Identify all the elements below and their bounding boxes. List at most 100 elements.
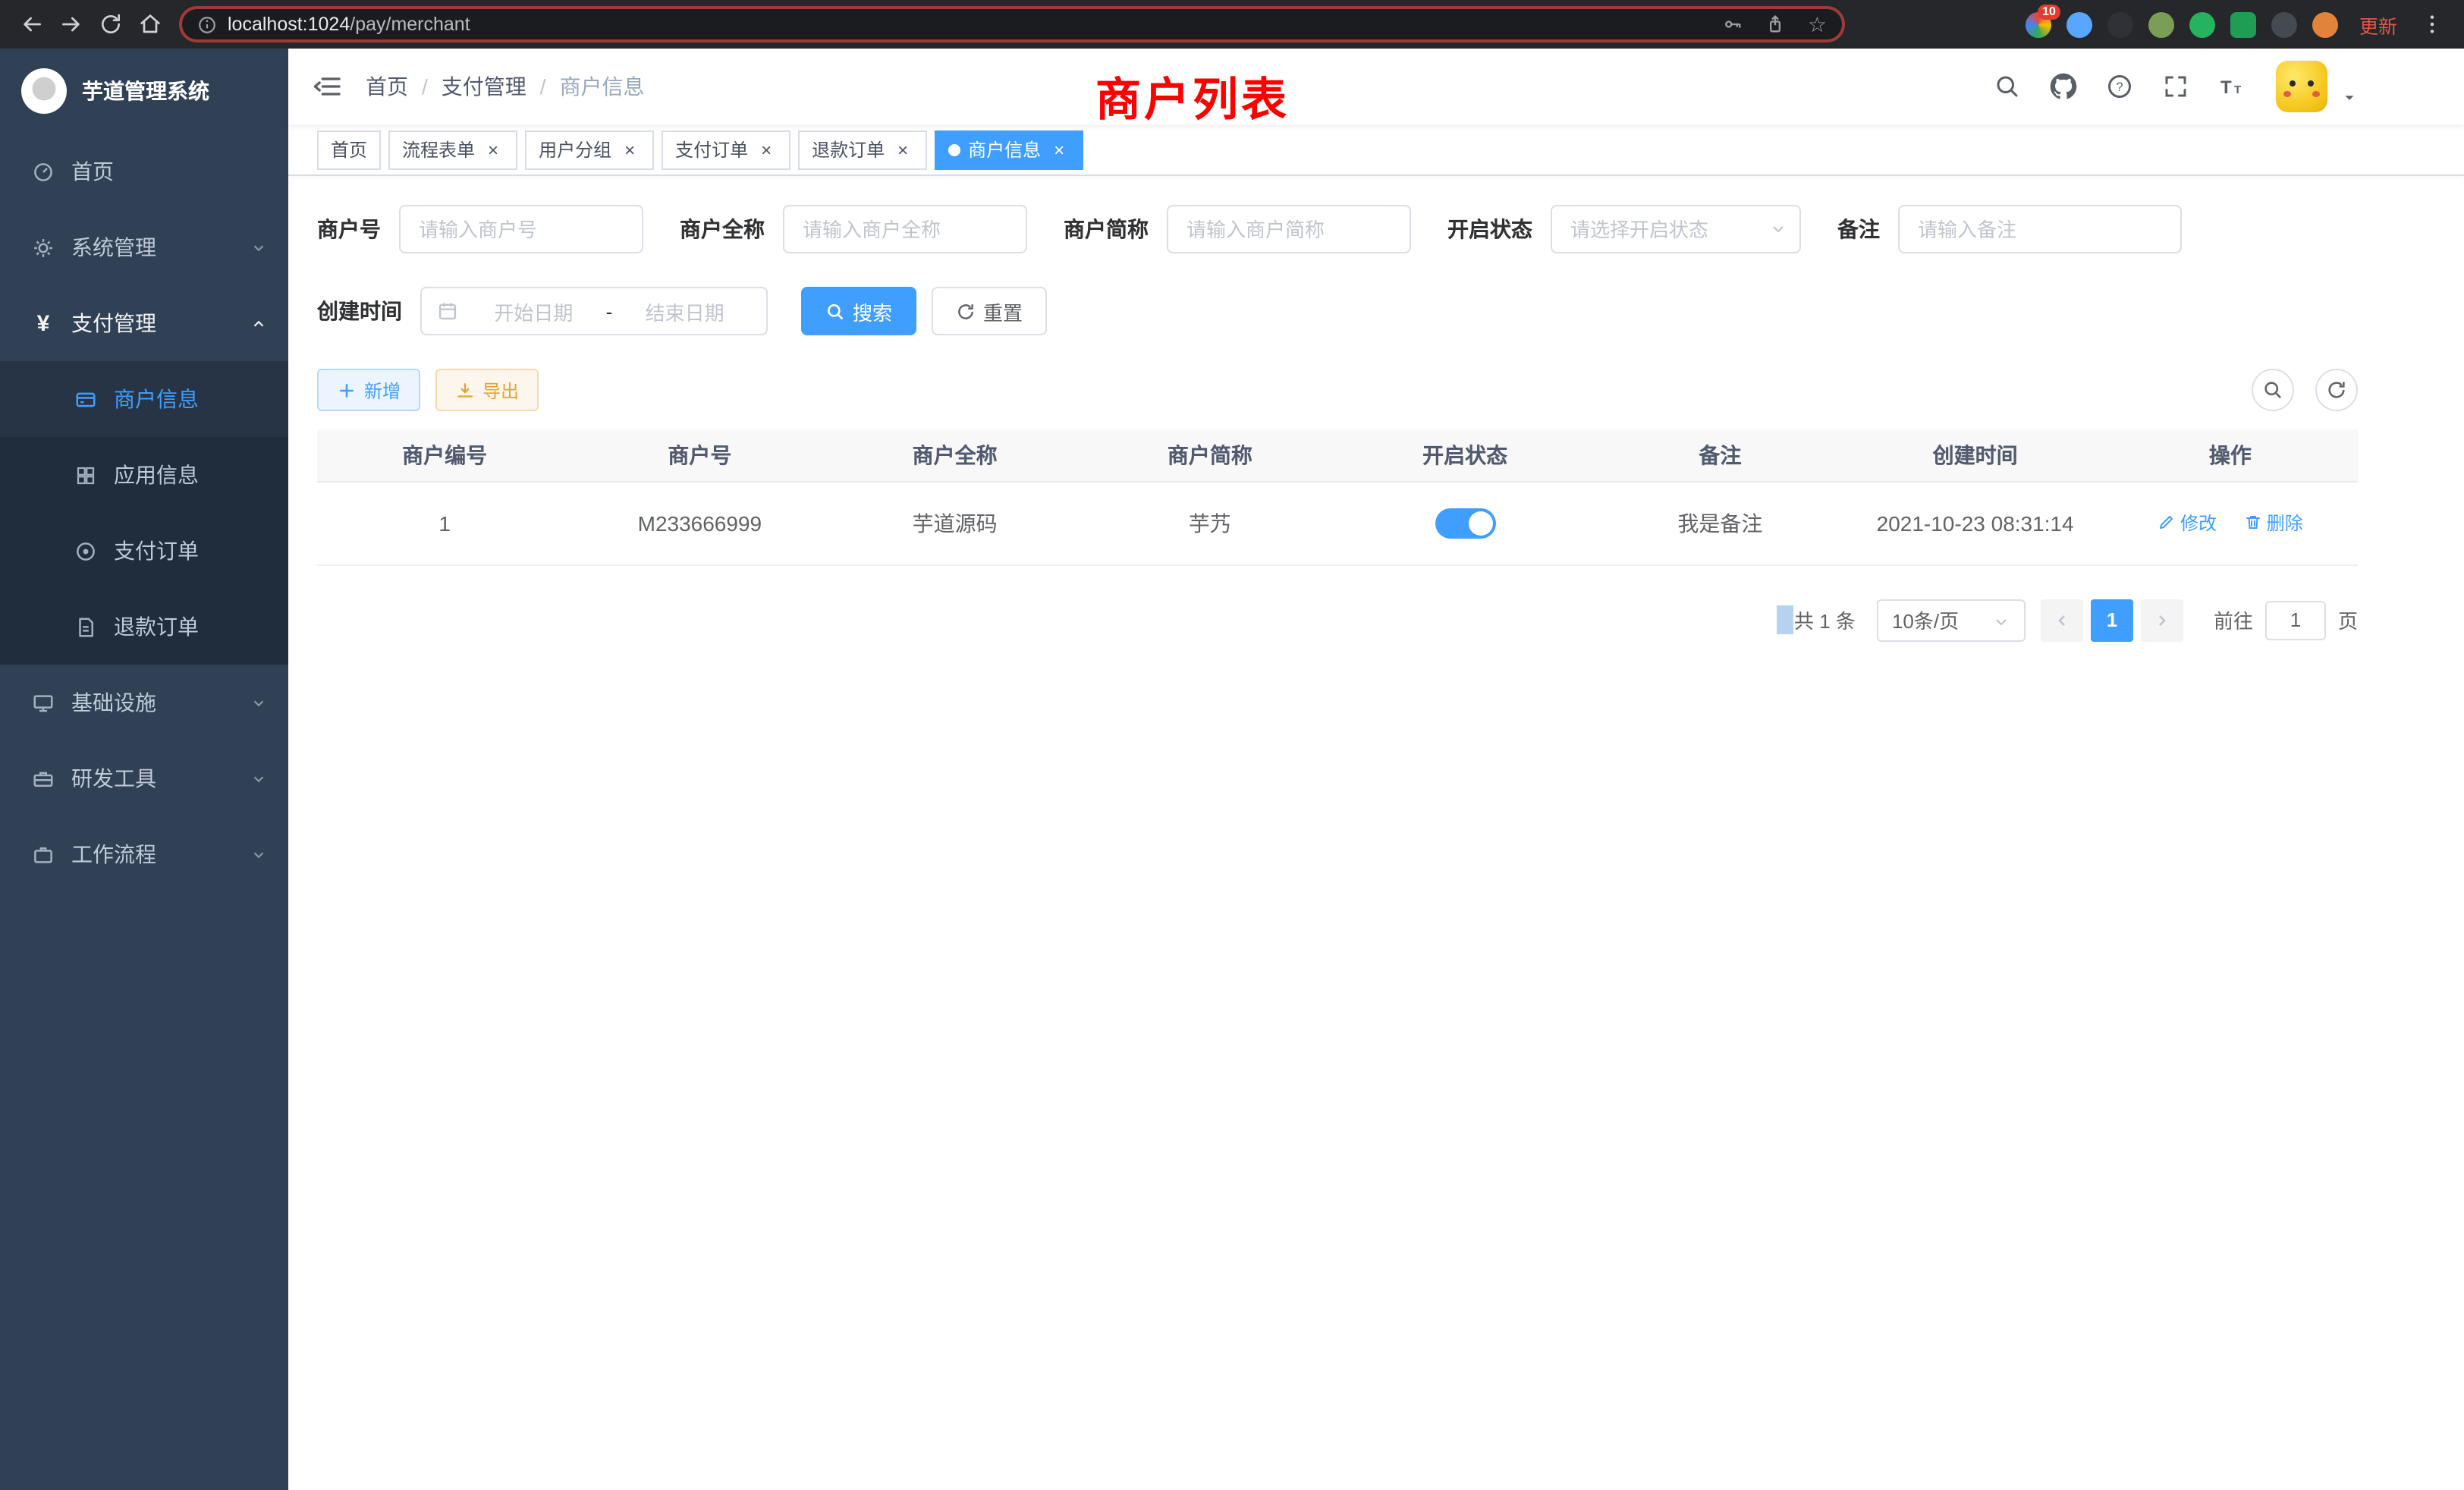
browser-refresh-icon[interactable] — [91, 5, 130, 44]
key-icon[interactable] — [1723, 14, 1744, 35]
tab-label: 用户分组 — [539, 137, 611, 162]
fullscreen-icon[interactable] — [2154, 65, 2197, 108]
sidebar-item-label: 支付订单 — [114, 536, 199, 566]
sidebar-subitem-merchant-info[interactable]: 商户信息 — [0, 361, 288, 437]
font-size-icon[interactable]: TT — [2211, 65, 2253, 108]
column-header: 商户编号 — [317, 429, 572, 481]
browser-home-icon[interactable] — [130, 5, 170, 44]
close-icon[interactable]: × — [892, 139, 913, 160]
merchant-fullname-input[interactable] — [783, 205, 1027, 253]
sidebar-subitem-app-info[interactable]: 应用信息 — [0, 437, 288, 513]
close-icon[interactable]: × — [619, 139, 640, 160]
address-bar[interactable]: localhost:1024/pay/merchant ☆ — [179, 6, 1845, 42]
chevron-down-icon — [250, 770, 267, 787]
sidebar-item-dev-tools[interactable]: 研发工具 — [0, 740, 288, 816]
cell-full-name: 芋道源码 — [828, 481, 1083, 564]
extension-icon[interactable] — [2107, 11, 2133, 37]
sidebar-item-label: 退款订单 — [114, 611, 199, 642]
prev-page-button[interactable] — [2041, 599, 2083, 641]
dashboard-icon — [30, 159, 56, 184]
status-select[interactable] — [1551, 205, 1801, 253]
sidebar-item-workflow[interactable]: 工作流程 — [0, 816, 288, 892]
calendar-icon — [437, 300, 458, 322]
sidebar-item-infrastructure[interactable]: 基础设施 — [0, 665, 288, 740]
refresh-table-icon[interactable] — [2315, 369, 2358, 411]
column-header: 创建时间 — [1848, 429, 2103, 481]
reset-button-label: 重置 — [983, 297, 1023, 325]
sidebar-item-payment-mgmt[interactable]: ¥ 支付管理 — [0, 285, 288, 361]
tab-user-group[interactable]: 用户分组 × — [525, 130, 654, 169]
chevron-down-icon — [250, 846, 267, 863]
search-button[interactable]: 搜索 — [801, 287, 916, 335]
page-size-select[interactable]: 10条/页 — [1877, 599, 2026, 641]
toggle-search-icon[interactable] — [2252, 369, 2294, 411]
extension-icon[interactable] — [2271, 11, 2297, 37]
cell-actions: 修改 删除 — [2103, 481, 2358, 564]
merchant-no-input[interactable] — [399, 205, 643, 253]
browser-back-icon[interactable] — [12, 5, 52, 44]
bookmark-star-icon[interactable]: ☆ — [1808, 14, 1827, 35]
tab-home[interactable]: 首页 — [317, 130, 381, 169]
status-field-group: 开启状态 — [1447, 205, 1801, 253]
browser-menu-icon[interactable] — [2412, 5, 2452, 44]
merchant-shortname-field-group: 商户简称 — [1064, 205, 1411, 253]
close-icon[interactable]: × — [1048, 139, 1070, 160]
tab-refund-order[interactable]: 退款订单 × — [798, 130, 927, 169]
sidebar-item-system-mgmt[interactable]: 系统管理 — [0, 209, 288, 285]
user-avatar[interactable] — [2276, 61, 2327, 112]
browser-update-button[interactable]: 更新 — [2359, 10, 2397, 39]
extension-icon[interactable] — [2148, 11, 2174, 37]
breadcrumb-item[interactable]: 首页 — [366, 71, 408, 102]
tab-label: 流程表单 — [402, 137, 475, 162]
extension-icon[interactable] — [2230, 11, 2256, 37]
close-icon[interactable]: × — [756, 139, 777, 160]
edit-button[interactable]: 修改 — [2158, 510, 2217, 536]
reset-button[interactable]: 重置 — [932, 287, 1047, 335]
tab-process-form[interactable]: 流程表单 × — [388, 130, 517, 169]
search-icon[interactable] — [1986, 65, 2029, 108]
cell-merchant-index: 1 — [317, 481, 572, 564]
export-button[interactable]: 导出 — [435, 369, 539, 411]
browser-forward-icon[interactable] — [52, 5, 91, 44]
remark-input[interactable] — [1898, 205, 2182, 253]
merchant-shortname-input[interactable] — [1167, 205, 1411, 253]
add-button[interactable]: 新增 — [317, 369, 420, 411]
sidebar-subitem-payment-order[interactable]: 支付订单 — [0, 513, 288, 589]
help-icon[interactable]: ? — [2098, 65, 2141, 108]
sidebar-subitem-refund-order[interactable]: 退款订单 — [0, 589, 288, 665]
chevron-down-icon[interactable] — [2341, 89, 2358, 105]
logo-avatar — [21, 68, 67, 114]
breadcrumb-item[interactable]: 支付管理 — [442, 71, 526, 102]
goto-page-input[interactable] — [2265, 600, 2326, 640]
annotation-merchant-list: 商户列表 — [1095, 62, 1290, 129]
sidebar-item-label: 商户信息 — [114, 384, 199, 414]
page-number-button[interactable]: 1 — [2091, 599, 2133, 641]
close-icon[interactable]: × — [482, 139, 504, 160]
pagination: 共 1 条 10条/页 1 前往 — [317, 599, 2358, 641]
app-logo[interactable]: 芋道管理系统 — [0, 49, 288, 134]
share-icon[interactable] — [1765, 14, 1787, 35]
pagination-total: 共 1 条 — [1794, 605, 1856, 634]
tab-payment-order[interactable]: 支付订单 × — [662, 130, 790, 169]
next-page-button[interactable] — [2141, 599, 2183, 641]
date-range-picker[interactable]: 开始日期 - 结束日期 — [420, 287, 768, 335]
chevron-up-icon — [250, 315, 267, 332]
page-info-icon[interactable] — [197, 14, 217, 34]
field-label: 商户号 — [317, 214, 381, 244]
extension-icon[interactable]: 10 — [2026, 11, 2051, 37]
briefcase-icon — [30, 841, 56, 867]
tab-merchant-info[interactable]: 商户信息 × — [935, 130, 1083, 169]
extension-icon[interactable] — [2066, 11, 2092, 37]
sidebar-toggle-icon[interactable] — [313, 71, 343, 102]
tab-label: 退款订单 — [812, 137, 885, 162]
filter-row-1: 商户号 商户全称 商户简称 开启状态 — [317, 205, 2358, 253]
sidebar-item-home[interactable]: 首页 — [0, 134, 288, 209]
delete-button[interactable]: 删除 — [2244, 510, 2303, 536]
field-label: 备注 — [1837, 214, 1880, 244]
extension-icon[interactable] — [2312, 11, 2338, 37]
delete-button-label: 删除 — [2267, 510, 2303, 536]
github-icon[interactable] — [2042, 65, 2085, 108]
monitor-icon — [30, 690, 56, 715]
extension-icon[interactable] — [2189, 11, 2215, 37]
status-toggle[interactable] — [1435, 508, 1495, 538]
